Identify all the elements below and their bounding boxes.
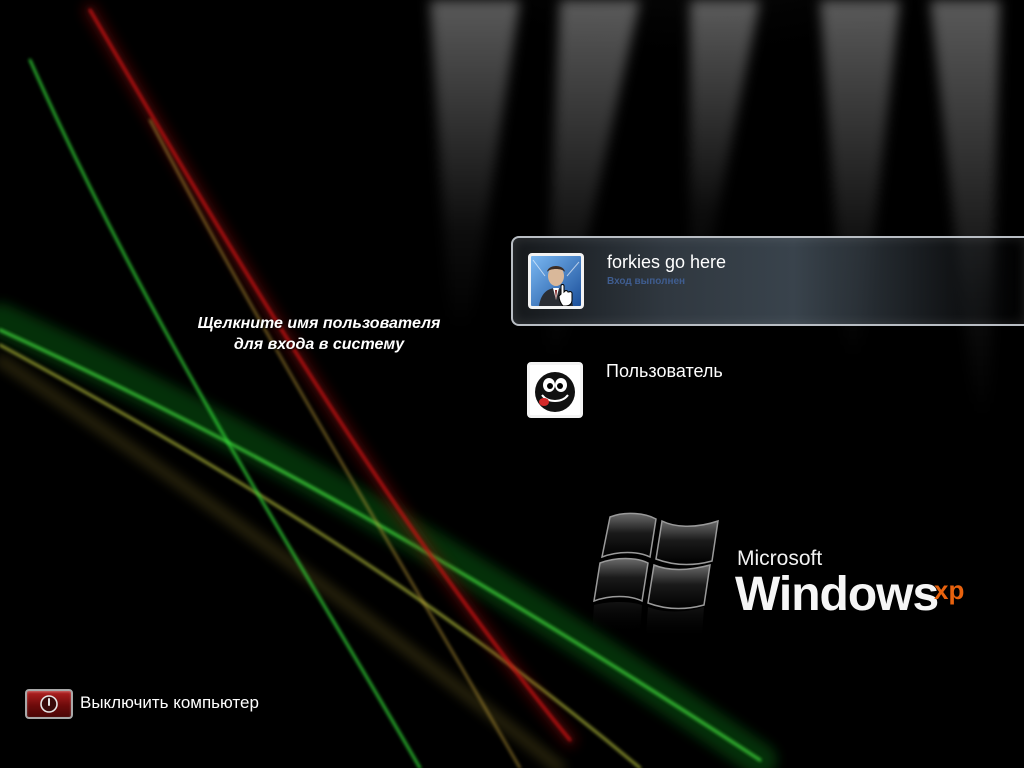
- power-icon: [40, 695, 58, 713]
- windows-xp-logo: Microsoft Windows xp: [590, 505, 990, 685]
- login-instruction-line-2: для входа в систему: [233, 336, 405, 353]
- businessman-hand-icon: [531, 256, 581, 306]
- black-smiley-icon: [530, 365, 580, 415]
- login-instruction-line-1: Щелкните имя пользователя: [197, 315, 441, 332]
- user-tile-polzovatel[interactable]: Пользователь: [511, 346, 1024, 436]
- user-avatar[interactable]: [528, 253, 584, 309]
- user-status: Вход выполнен: [607, 276, 686, 287]
- xp-wordmark: xp: [934, 575, 965, 605]
- login-instruction: Щелкните имя пользователя для входа в си…: [160, 313, 478, 355]
- shutdown-button[interactable]: [25, 689, 73, 719]
- windows-wordmark: Windows: [735, 568, 939, 621]
- shutdown-label[interactable]: Выключить компьютер: [80, 693, 259, 713]
- user-tile-forkies[interactable]: forkies go here Вход выполнен: [511, 236, 1024, 326]
- user-avatar[interactable]: [527, 362, 583, 418]
- user-name[interactable]: Пользователь: [606, 361, 723, 382]
- user-name[interactable]: forkies go here: [607, 252, 726, 273]
